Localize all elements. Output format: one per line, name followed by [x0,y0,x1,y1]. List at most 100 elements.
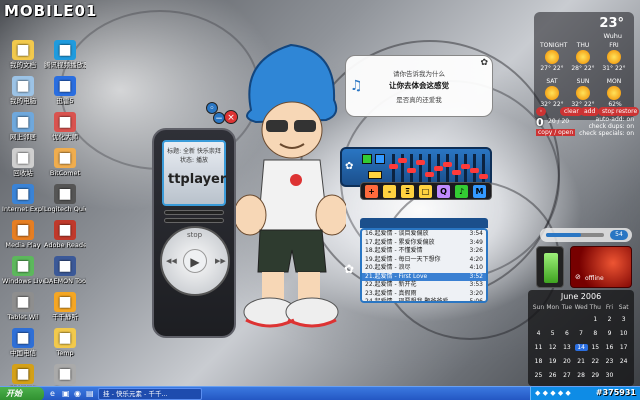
calendar-day[interactable]: 3 [617,316,630,323]
calendar-day[interactable]: 5 [546,330,559,337]
calendar-day[interactable]: 27 [560,372,573,379]
eq-band-slider[interactable] [389,154,398,182]
calendar-day[interactable]: 13 [560,344,573,351]
calendar-day[interactable]: 21 [575,358,588,365]
playlist-row[interactable]: 23.起爱情 - 真假雨 3:20 [362,290,486,299]
quicklaunch-media-icon[interactable]: ◉ [74,389,81,398]
toolbar-button[interactable]: + [365,185,378,198]
calendar-day[interactable]: 28 [575,372,588,379]
calendar-day[interactable]: 2 [603,316,616,323]
desktop-icon[interactable]: ■ 腾讯视频播放器 [44,40,86,69]
paw-icon[interactable]: ✿ [344,262,354,276]
desktop-icon[interactable]: ■ BitComet [44,148,86,177]
toolbar-button[interactable]: M [473,185,486,198]
eq-band-slider[interactable] [452,154,461,182]
calendar-day[interactable]: 22 [589,358,602,365]
toolbar-button[interactable]: Ξ [401,185,414,198]
desktop-icon[interactable]: ■Adobe Reader 7.0 [44,220,86,249]
option-check-dups[interactable]: check dups: on [589,123,634,130]
desktop-icon[interactable]: ■ 千千静听 [44,292,86,321]
tray-icons[interactable]: ◆ ◆ ◆ ◆ ◆ [535,389,571,397]
quicklaunch-folder-icon[interactable]: ▤ [86,389,94,398]
calendar-day[interactable]: 20 [560,358,573,365]
playlist-row[interactable]: 17.起爱情 - 累爱你爱偏放 3:49 [362,239,486,248]
playlist-row[interactable]: 21.起爱情 - First Love 3:52 [362,272,486,281]
calendar-day[interactable]: 8 [589,330,602,337]
volume-bar[interactable] [164,218,224,223]
eq-slider-handle[interactable] [389,164,398,169]
desktop-icon[interactable]: ■ 我的电脑 [2,76,44,105]
paw-icon[interactable]: ✿ [345,161,353,172]
desktop-icon[interactable]: ■ 网上邻居 [2,112,44,141]
eq-slider-handle[interactable] [470,168,479,173]
option-check-specials[interactable]: check specials: on [579,130,634,137]
calendar-day[interactable]: 19 [546,358,559,365]
start-button[interactable]: 开始 [0,387,44,400]
eq-band-slider[interactable] [416,154,425,182]
playlist-row[interactable]: 22.起爱情 - 新开花 3:53 [362,281,486,290]
playlist-row[interactable]: 16.起爱情 - 谈目爱偏放 3:54 [362,230,486,239]
calendar-day[interactable]: 12 [546,344,559,351]
calendar-day[interactable]: 15 [589,344,602,351]
eq-band-slider[interactable] [470,154,479,182]
eq-preset-button[interactable] [368,171,382,179]
eq-slider-handle[interactable] [434,166,443,171]
desktop-icon[interactable]: ■ 迅雷5 [44,76,86,105]
clipboard-menu-button[interactable]: ◦ [536,107,546,116]
quicklaunch-ie-icon[interactable]: e [50,389,55,398]
restore-button[interactable]: restore [614,107,640,116]
option-auto-add[interactable]: auto-add: on [596,116,634,123]
eq-slider-handle[interactable] [416,160,425,165]
calendar-day[interactable]: 25 [532,372,545,379]
calendar-day[interactable]: 9 [603,330,616,337]
desktop-icon[interactable]: ■Internet Explorer [2,184,44,213]
eq-band-slider[interactable] [425,154,434,182]
playlist-row[interactable]: 24.起爱情 - 现要想我 颗爸爸爱 5:06 [362,298,486,301]
eq-toggle-green[interactable] [362,154,372,164]
stop-label[interactable]: stop [187,231,202,239]
seek-bar[interactable] [164,210,224,215]
eq-toggle-blue[interactable] [375,154,385,164]
eq-band-slider[interactable] [407,154,416,182]
calendar-day[interactable]: 18 [532,358,545,365]
desktop-icon[interactable]: ■Logitech QuickCam [44,184,86,213]
eq-band-slider[interactable] [443,154,452,182]
desktop-icon[interactable]: ■ 回收站 [2,148,44,177]
playlist-row[interactable]: 19.起爱情 - 每日一天下想你 4:20 [362,256,486,265]
eq-slider-handle[interactable] [398,158,407,163]
desktop-icon[interactable]: ■ Media Play [2,220,44,249]
desktop-icon[interactable]: ■ 我的文档 [2,40,44,69]
calendar-day[interactable]: 7 [575,330,588,337]
desktop-icon[interactable]: ■DAEMON Tools [44,256,86,285]
add-button[interactable]: add [580,107,600,116]
calendar-day[interactable]: 30 [603,372,616,379]
previous-icon[interactable]: ◀◀ [166,257,177,265]
eq-slider-handle[interactable] [443,162,452,167]
toolbar-button[interactable]: - [383,185,396,198]
desktop-icon[interactable]: ■Windows Live M. [2,256,44,285]
desktop-icon[interactable]: ■ 优化大师 [44,112,86,141]
calendar-day[interactable]: 1 [589,316,602,323]
eq-band-slider[interactable] [398,154,407,182]
desktop-icon[interactable]: ■ Temp [44,328,86,357]
playlist-row[interactable]: 18.起爱情 - 不懂爱情 3:26 [362,247,486,256]
toolbar-button[interactable]: □ [419,185,432,198]
eq-band-slider[interactable] [461,154,470,182]
calendar-day[interactable]: 23 [603,358,616,365]
eq-slider-handle[interactable] [407,168,416,173]
taskbar-item-ttplayer[interactable]: 挂 - 快乐元素 - 千千... [98,388,202,400]
calendar-day[interactable]: 4 [532,330,545,337]
eq-band-slider[interactable] [434,154,443,182]
toolbar-button[interactable]: Q [437,185,450,198]
calendar-day[interactable]: 16 [603,344,616,351]
playlist-row[interactable]: 20.起爱情 - 浪尽 4:10 [362,264,486,273]
eq-slider-handle[interactable] [461,164,470,169]
calendar-day[interactable]: 14 [574,344,588,351]
calendar-day[interactable]: 26 [546,372,559,379]
eq-band-slider[interactable] [479,154,488,182]
eq-slider-handle[interactable] [479,174,488,179]
calendar-day[interactable]: 29 [589,372,602,379]
calendar-day[interactable]: 17 [617,344,630,351]
eq-slider-handle[interactable] [452,170,461,175]
quicklaunch-desktop-icon[interactable]: ▣ [62,389,70,398]
